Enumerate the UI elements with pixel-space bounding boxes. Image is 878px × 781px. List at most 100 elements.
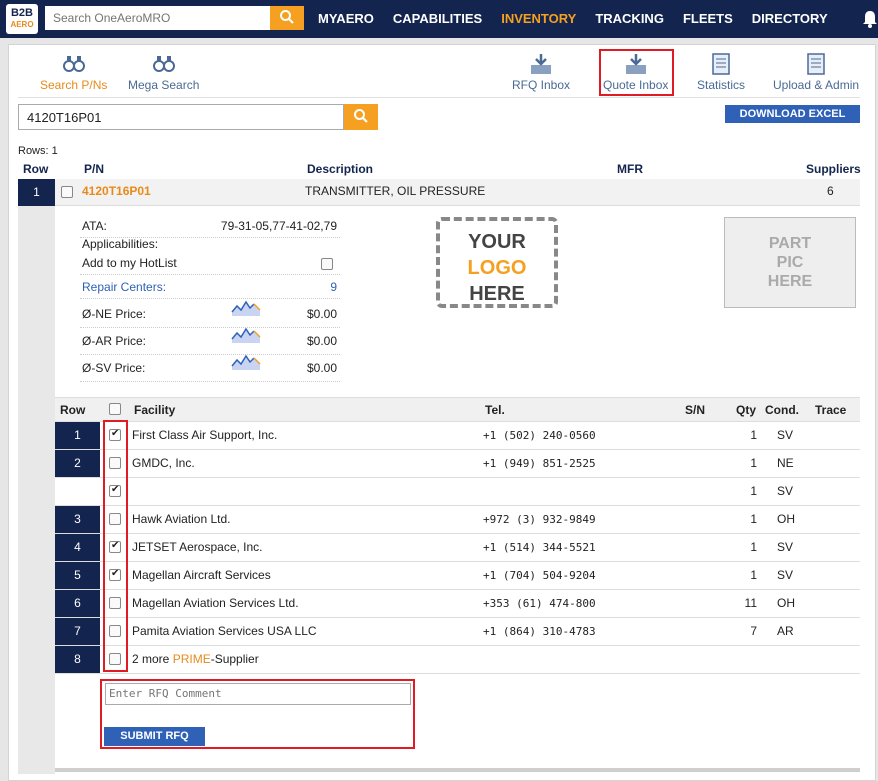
checkbox-column-highlight xyxy=(103,420,128,672)
main-menu: MYAERO CAPABILITIES INVENTORY TRACKING FLEET… xyxy=(318,11,847,26)
nav-item-myaero[interactable]: MYAERO xyxy=(318,11,374,26)
supplier-facility: Magellan Aviation Services Ltd. xyxy=(132,596,299,610)
logo-placeholder-line2: LOGO xyxy=(467,257,527,279)
hotlist-checkbox[interactable] xyxy=(321,258,333,270)
search-pns-tool[interactable]: Search P/Ns xyxy=(40,53,107,92)
col-suppliers-header[interactable]: Suppliers xyxy=(806,162,861,176)
supplier-facility: Magellan Aircraft Services xyxy=(132,568,271,582)
toolbar-divider xyxy=(18,97,860,98)
logo-placeholder-line3: HERE xyxy=(469,283,525,305)
report-icon xyxy=(807,53,825,75)
supplier-row[interactable]: 4 JETSET Aerospace, Inc. +1 (514) 344-5521… xyxy=(55,534,860,562)
sup-col-qty[interactable]: Qty xyxy=(736,403,756,417)
ar-price-row: Ø-AR Price: $0.00 xyxy=(80,327,340,355)
sup-col-facility[interactable]: Facility xyxy=(134,403,175,417)
supplier-cond: AR xyxy=(777,624,794,638)
sup-col-cond[interactable]: Cond. xyxy=(765,403,799,417)
b2b-aero-logo[interactable]: B2B AERO xyxy=(6,4,38,34)
supplier-row-number: 2 xyxy=(55,450,100,477)
ne-price-value: $0.00 xyxy=(306,307,337,321)
bell-icon[interactable] xyxy=(862,9,878,29)
supplier-qty: 1 xyxy=(750,540,757,554)
top-navigation-bar: B2B AERO MYAERO CAPABILITIES INVENTORY TRAC… xyxy=(0,0,878,38)
price-trend-icon[interactable] xyxy=(231,325,261,345)
partpic-line1: PART xyxy=(768,235,812,252)
sup-col-sn[interactable]: S/N xyxy=(685,403,705,417)
logo-placeholder-line1: YOUR xyxy=(468,231,526,253)
search-icon xyxy=(280,9,294,24)
more-suppliers-text: 2 more PRIME-Supplier xyxy=(132,652,259,666)
supplier-facility: GMDC, Inc. xyxy=(132,456,195,470)
col-row-header[interactable]: Row xyxy=(23,162,48,176)
mega-search-label: Mega Search xyxy=(128,78,200,92)
global-search-input[interactable] xyxy=(45,6,270,30)
col-pn-header[interactable]: P/N xyxy=(84,162,104,176)
supplier-row[interactable]: 5 Magellan Aircraft Services +1 (704) 504-… xyxy=(55,562,860,590)
supplier-row[interactable]: 1 First Class Air Support, Inc. +1 (502) 2… xyxy=(55,422,860,450)
ne-price-label: Ø-NE Price: xyxy=(82,307,147,321)
supplier-cond: SV xyxy=(777,568,794,582)
logo-text-bottom: AERO xyxy=(10,20,34,29)
supplier-cond: SV xyxy=(777,484,794,498)
supplier-row[interactable]: 1 SV xyxy=(55,478,860,506)
repair-centers-count[interactable]: 9 xyxy=(330,280,337,294)
ar-price-value: $0.00 xyxy=(306,334,337,348)
supplier-row[interactable]: 7 Pamita Aviation Services USA LLC +1 (864… xyxy=(55,618,860,646)
sup-col-trace[interactable]: Trace xyxy=(815,403,846,417)
row-gutter xyxy=(18,206,55,774)
supplier-row-number: 8 xyxy=(55,646,100,673)
col-description-header[interactable]: Description xyxy=(307,162,373,176)
supplier-row[interactable]: 2 GMDC, Inc. +1 (949) 851-2525 1 NE xyxy=(55,450,860,478)
part-number-link[interactable]: 4120T16P01 xyxy=(82,184,151,198)
supplier-tel: +1 (949) 851-2525 xyxy=(483,457,596,470)
part-select-checkbox[interactable] xyxy=(61,186,73,198)
supplier-facility: Hawk Aviation Ltd. xyxy=(132,512,231,526)
rfq-inbox-tool[interactable]: RFQ Inbox xyxy=(512,53,570,92)
download-excel-button[interactable]: DOWNLOAD EXCEL xyxy=(725,105,860,123)
nav-item-capabilities[interactable]: CAPABILITIES xyxy=(393,11,482,26)
supplier-facility: First Class Air Support, Inc. xyxy=(132,428,278,442)
statistics-tool[interactable]: Statistics xyxy=(697,53,745,92)
hotlist-label: Add to my HotList xyxy=(82,256,177,270)
part-number-input[interactable] xyxy=(18,104,344,130)
repair-centers-row: Repair Centers: 9 xyxy=(80,275,340,299)
supplier-tel: +1 (704) 504-9204 xyxy=(483,569,596,582)
supplier-tel: +1 (864) 310-4783 xyxy=(483,625,596,638)
part-search-button[interactable] xyxy=(344,104,378,130)
sup-col-tel[interactable]: Tel. xyxy=(485,403,505,417)
more-suppliers-prefix: 2 more xyxy=(132,652,173,666)
repair-centers-link[interactable]: Repair Centers: xyxy=(82,280,166,294)
supplier-tel: +1 (514) 344-5521 xyxy=(483,541,596,554)
supplier-cond: NE xyxy=(777,456,794,470)
partpic-line2: PIC xyxy=(776,254,804,271)
company-logo-placeholder: YOUR LOGO HERE xyxy=(436,217,558,308)
price-trend-icon[interactable] xyxy=(231,352,261,372)
more-suppliers-suffix: -Supplier xyxy=(210,652,259,666)
part-suppliers-count: 6 xyxy=(827,184,834,198)
suppliers-header-row: Row Facility Tel. S/N Qty Cond. Trace xyxy=(55,397,860,422)
supplier-qty: 11 xyxy=(744,596,757,610)
price-trend-icon[interactable] xyxy=(231,298,261,318)
nav-item-fleets[interactable]: FLEETS xyxy=(683,11,733,26)
supplier-row[interactable]: 3 Hawk Aviation Ltd. +972 (3) 932-9849 1 OH xyxy=(55,506,860,534)
col-mfr-header[interactable]: MFR xyxy=(617,162,643,176)
mega-search-tool[interactable]: Mega Search xyxy=(128,53,199,92)
supplier-row-number: 7 xyxy=(55,618,100,645)
supplier-row-number: 5 xyxy=(55,562,100,589)
ar-price-label: Ø-AR Price: xyxy=(82,334,147,348)
nav-item-directory[interactable]: DIRECTORY xyxy=(752,11,828,26)
nav-item-tracking[interactable]: TRACKING xyxy=(595,11,664,26)
statistics-label: Statistics xyxy=(697,78,746,92)
nav-item-inventory[interactable]: INVENTORY xyxy=(501,11,576,26)
prime-link[interactable]: PRIME xyxy=(173,652,211,666)
rfq-form-highlight xyxy=(100,679,415,749)
upload-admin-tool[interactable]: Upload & Admin xyxy=(773,53,859,92)
sup-col-row[interactable]: Row xyxy=(60,403,85,417)
global-search-button[interactable] xyxy=(270,6,304,30)
sv-price-value: $0.00 xyxy=(306,361,337,375)
part-row-number: 1 xyxy=(18,179,55,206)
select-all-checkbox[interactable] xyxy=(109,403,121,415)
ata-label: ATA: xyxy=(82,219,107,233)
binoculars-icon xyxy=(152,56,175,72)
supplier-row[interactable]: 6 Magellan Aviation Services Ltd. +353 (61… xyxy=(55,590,860,618)
